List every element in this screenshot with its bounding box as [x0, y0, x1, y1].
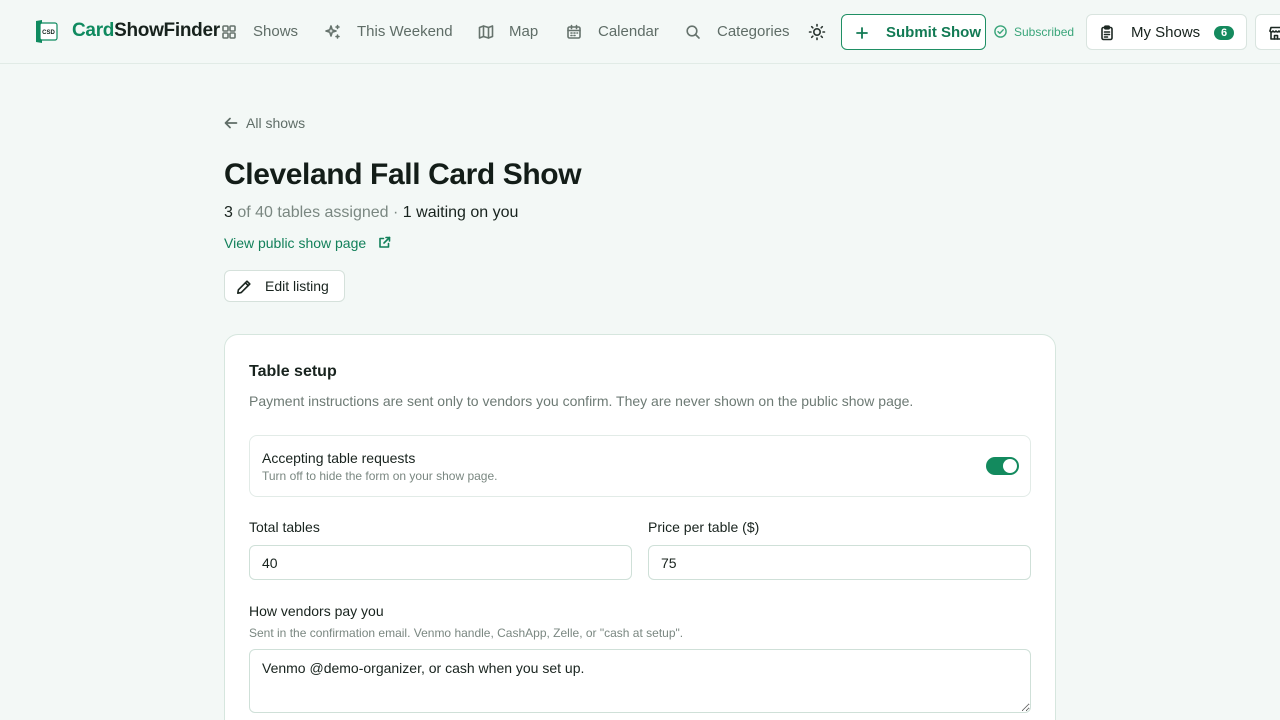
nav-shows-label: Shows — [253, 23, 299, 40]
accepting-requests-title: Accepting table requests — [262, 450, 416, 466]
accepting-requests-row: Accepting table requests Turn off to hid… — [249, 435, 1031, 497]
payment-method-label: How vendors pay you — [249, 603, 384, 619]
calendar-icon — [566, 24, 582, 44]
nav-calendar-label: Calendar — [598, 23, 659, 40]
table-setup-card: Table setup Payment instructions are sen… — [224, 334, 1056, 720]
price-per-table-input[interactable] — [648, 545, 1031, 580]
nav-map-label: Map — [509, 23, 539, 40]
theme-toggle-button[interactable] — [808, 23, 826, 41]
edit-listing-button[interactable]: Edit listing — [224, 270, 345, 302]
svg-text:CSD: CSD — [42, 30, 55, 36]
my-shows-button[interactable]: My Shows 6 — [1086, 14, 1247, 50]
total-tables-input[interactable] — [249, 545, 632, 580]
table-setup-description: Payment instructions are sent only to ve… — [249, 393, 914, 409]
payment-method-textarea[interactable]: Venmo @demo-organizer, or cash when you … — [249, 649, 1031, 713]
tables-assigned-summary: 3 of 40 tables assigned · 1 waiting on y… — [224, 204, 518, 222]
brand-name-part-card: Card — [72, 20, 115, 41]
accepting-requests-hint: Turn off to hide the form on your show p… — [262, 469, 498, 483]
submit-show-button[interactable]: Submit Show — [841, 14, 986, 50]
my-shows-count-badge: 6 — [1214, 26, 1234, 40]
search-icon — [685, 24, 701, 44]
page-title: Cleveland Fall Card Show — [224, 158, 582, 191]
toggle-knob — [1003, 459, 1017, 473]
my-shows-label: My Shows — [1131, 24, 1201, 41]
nav-categories-label: Categories — [717, 23, 790, 40]
clipboard-icon — [1099, 25, 1115, 41]
assigned-count: 3 — [224, 204, 233, 221]
sparkles-icon — [325, 24, 341, 44]
plus-icon — [856, 26, 868, 39]
subscribed-label: Subscribed — [1014, 25, 1075, 39]
edit-listing-label: Edit listing — [265, 278, 329, 294]
waiting-count-text: 1 waiting on you — [402, 204, 519, 221]
total-tables-text: of 40 tables assigned · — [232, 204, 403, 221]
public-link-label: View public show page — [224, 235, 367, 251]
price-per-table-label: Price per table ($) — [648, 519, 760, 535]
back-link-label: All shows — [246, 115, 306, 131]
submit-show-label: Submit Show — [886, 24, 981, 41]
map-icon — [478, 24, 494, 44]
sun-icon — [808, 23, 826, 45]
brand-name-part-showfinder: ShowFinder — [114, 20, 220, 41]
nav-this-weekend-label: This Weekend — [357, 23, 453, 40]
store-button[interactable] — [1255, 14, 1280, 50]
brand-name[interactable]: CardShowFinder — [72, 20, 220, 42]
top-navigation-bar: CSD CardShowFinder Shows This Weekend Ma… — [0, 0, 1280, 64]
table-setup-title: Table setup — [249, 363, 337, 380]
brand-logo-icon[interactable]: CSD — [34, 19, 58, 44]
payment-method-hint: Sent in the confirmation email. Venmo ha… — [249, 626, 684, 640]
accepting-requests-toggle[interactable] — [986, 457, 1019, 475]
grid-icon — [221, 24, 237, 44]
total-tables-label: Total tables — [249, 519, 320, 535]
